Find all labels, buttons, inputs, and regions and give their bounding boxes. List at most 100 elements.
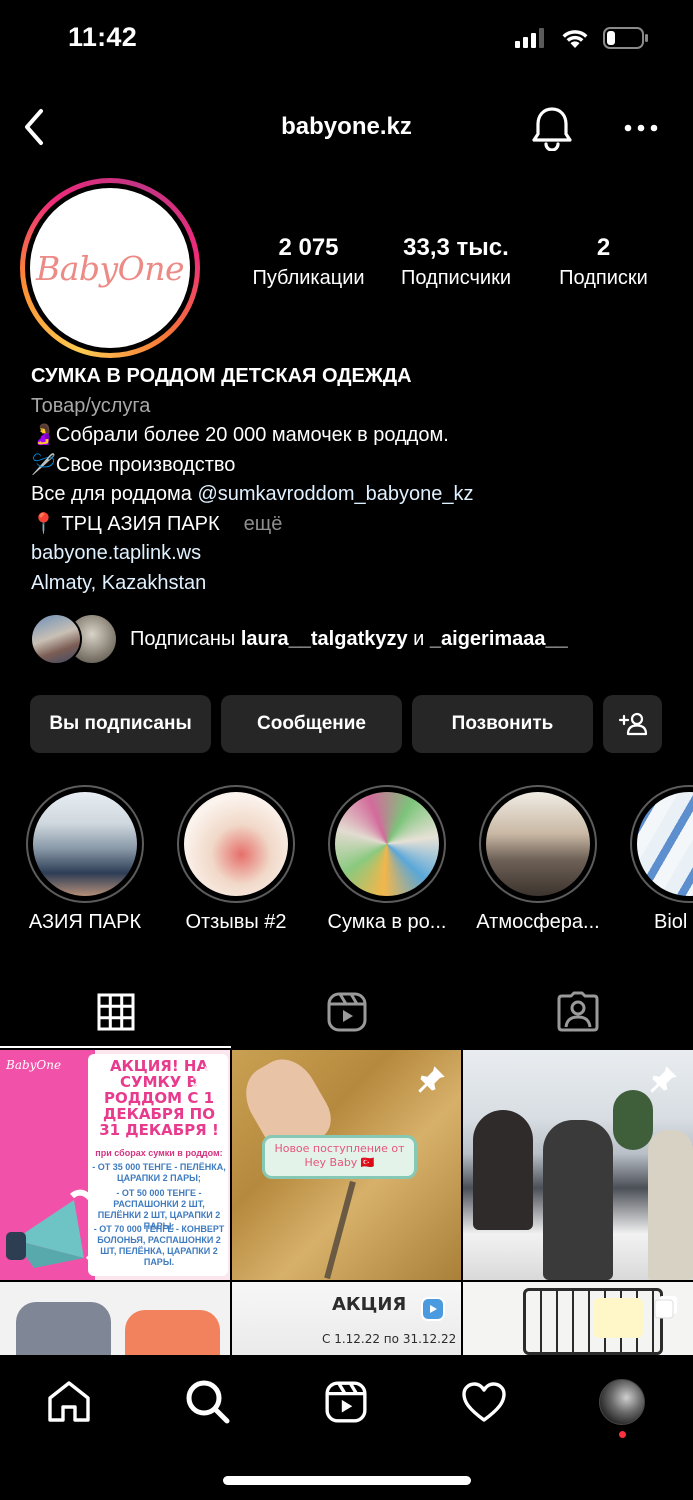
status-time: 11:42 xyxy=(68,22,138,52)
stat-following[interactable]: 2 Подписки xyxy=(546,233,661,293)
avatar xyxy=(599,1379,645,1425)
highlight-asia-park[interactable]: АЗИЯ ПАРК xyxy=(10,785,160,934)
status-icons xyxy=(515,27,649,49)
post-video-dates: С 1.12.22 по 31.12.22 xyxy=(322,1332,457,1346)
pinned-icon xyxy=(650,1066,677,1093)
stat-posts[interactable]: 2 075 Публикации xyxy=(240,233,377,293)
add-person-icon xyxy=(618,712,647,736)
more-options-button[interactable] xyxy=(620,113,662,143)
highlight-biol[interactable]: Biol xyxy=(614,785,693,934)
highlight-label: Сумка в ро... xyxy=(327,911,447,933)
suggested-users-button[interactable] xyxy=(603,695,662,753)
highlight-label: АЗИЯ ПАРК xyxy=(28,911,142,933)
tagged-person-icon xyxy=(557,991,598,1031)
pregnant-emoji-icon: 🤰 xyxy=(31,424,56,446)
mutual-follower-1[interactable]: laura__talgatkyzy xyxy=(241,628,408,650)
bell-icon xyxy=(532,107,572,152)
post-promo-tier-1: - ОТ 35 000 ТЕНГЕ - ПЕЛЁНКА, ЦАРАПКИ 2 П… xyxy=(92,1162,226,1183)
post-tile[interactable]: BabyOne АКЦИЯ! НА СУМКУ В РОДДОМ С 1 ДЕК… xyxy=(0,1050,230,1280)
nav-activity[interactable] xyxy=(459,1377,509,1427)
grid-icon xyxy=(97,993,134,1030)
pinned-icon xyxy=(191,1066,214,1089)
tab-reels[interactable] xyxy=(231,975,462,1048)
babyone-logo: BabyOne xyxy=(35,248,185,288)
post-tile[interactable] xyxy=(463,1282,693,1355)
post-video-title: АКЦИЯ xyxy=(332,1294,407,1315)
bio-line-2: 🪡Свое производство xyxy=(31,453,236,476)
home-icon xyxy=(48,1381,90,1422)
stat-followers-value: 33,3 тыс. xyxy=(403,234,509,261)
bio-location[interactable]: Almaty, Kazakhstan xyxy=(31,569,671,599)
profile-username: babyone.kz xyxy=(281,113,412,140)
stat-following-label: Подписки xyxy=(559,267,648,289)
mutual-follower-2[interactable]: _aigerimaaa__ xyxy=(430,628,568,650)
profile-actions: Вы подписаны Сообщение Позвонить xyxy=(30,695,663,753)
tab-posts-grid[interactable] xyxy=(0,975,231,1048)
followed-by-text: Подписаны laura__talgatkyzy и _aigerimaa… xyxy=(130,627,568,650)
highlight-atmosphere[interactable]: Атмосфера... xyxy=(463,785,613,934)
profile-header: babyone.kz xyxy=(0,95,693,159)
highlight-cover xyxy=(335,792,439,896)
wifi-icon xyxy=(562,29,588,48)
bio-mention-link[interactable]: @sumkavroddom_babyone_kz xyxy=(197,483,473,505)
bio-line-1: 🤰Собрали более 20 000 мамочек в роддом. xyxy=(31,424,449,446)
stat-followers-label: Подписчики xyxy=(400,267,512,289)
nav-reels[interactable] xyxy=(321,1377,371,1427)
battery-icon xyxy=(603,27,648,49)
nav-home[interactable] xyxy=(44,1377,94,1427)
more-horizontal-icon xyxy=(624,124,658,132)
highlight-cover xyxy=(184,792,288,896)
stat-followers[interactable]: 33,3 тыс. Подписчики xyxy=(388,233,524,293)
bio-category[interactable]: Товар/услуга xyxy=(31,392,671,422)
status-bar: 11:42 xyxy=(0,0,693,80)
heart-icon xyxy=(462,1382,506,1422)
notification-dot xyxy=(619,1431,626,1438)
needle-emoji-icon: 🪡 xyxy=(31,453,56,476)
following-button[interactable]: Вы подписаны xyxy=(30,695,211,753)
highlight-cover xyxy=(637,792,693,896)
bio-line-3: Все для роддома @sumkavroddom_babyone_kz xyxy=(31,483,474,505)
highlight-label: Отзывы #2 xyxy=(185,911,287,933)
highlight-cover xyxy=(33,792,137,896)
search-icon xyxy=(186,1380,230,1424)
nav-search[interactable] xyxy=(183,1377,233,1427)
stat-posts-label: Публикации xyxy=(252,267,365,289)
reels-icon xyxy=(421,1297,445,1321)
post-promo-tier-3: - ОТ 70 000 ТЕНГЕ - КОНВЕРТ БОЛОНЬЯ, РАС… xyxy=(93,1224,225,1267)
highlight-reviews[interactable]: Отзывы #2 xyxy=(161,785,311,934)
profile-avatar: BabyOne xyxy=(30,188,190,348)
bio-title: СУМКА В РОДДОМ ДЕТСКАЯ ОДЕЖДА xyxy=(31,365,412,387)
call-button[interactable]: Позвонить xyxy=(412,695,593,753)
pin-emoji-icon: 📍 xyxy=(31,512,56,535)
highlight-hospital-bag[interactable]: Сумка в ро... xyxy=(312,785,462,934)
megaphone-icon xyxy=(6,1189,94,1268)
bio-more-link[interactable]: ещё xyxy=(244,513,283,535)
profile-avatar-story-ring[interactable]: BabyOne xyxy=(20,178,200,358)
cellular-signal-icon xyxy=(515,28,544,48)
tab-tagged[interactable] xyxy=(462,975,693,1048)
post-tile[interactable]: АКЦИЯ С 1.12.22 по 31.12.22 xyxy=(232,1282,461,1355)
highlight-cover xyxy=(486,792,590,896)
profile-content-tabs xyxy=(0,975,693,1048)
stat-following-value: 2 xyxy=(596,234,611,261)
post-tile[interactable]: Новое поступление от Hey Baby 🇹🇷 xyxy=(232,1050,461,1280)
home-indicator[interactable] xyxy=(223,1476,471,1485)
message-button[interactable]: Сообщение xyxy=(221,695,402,753)
highlight-label: Атмосфера... xyxy=(476,911,600,933)
posts-grid: BabyOne АКЦИЯ! НА СУМКУ В РОДДОМ С 1 ДЕК… xyxy=(0,1050,693,1355)
notifications-bell-button[interactable] xyxy=(530,105,574,152)
post-bubble-text: Новое поступление от Hey Baby 🇹🇷 xyxy=(262,1135,417,1179)
post-logo: BabyOne xyxy=(6,1058,62,1072)
highlight-label: Biol xyxy=(654,911,688,933)
mutual-followers-avatars xyxy=(30,613,120,665)
post-tile[interactable] xyxy=(0,1282,230,1355)
bio-line-4: 📍 ТРЦ АЗИЯ ПАРК ещё xyxy=(31,512,283,535)
post-promo-subtitle: при сборах сумки в роддом: xyxy=(95,1148,223,1158)
reels-icon xyxy=(325,1381,367,1423)
bio-website-link[interactable]: babyone.taplink.ws xyxy=(31,539,671,569)
post-tile[interactable] xyxy=(463,1050,693,1280)
followed-by-row[interactable]: Подписаны laura__talgatkyzy и _aigerimaa… xyxy=(30,612,680,666)
carousel-icon xyxy=(654,1296,677,1319)
stat-posts-value: 2 075 xyxy=(278,234,339,261)
nav-profile[interactable] xyxy=(597,1377,647,1427)
